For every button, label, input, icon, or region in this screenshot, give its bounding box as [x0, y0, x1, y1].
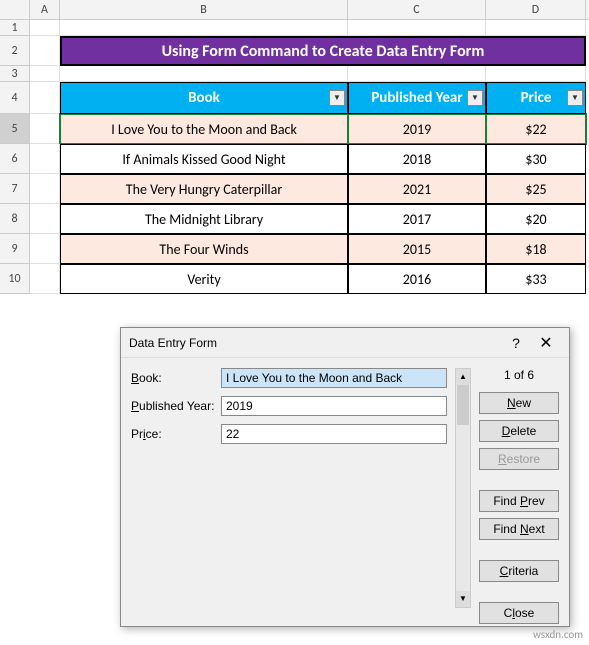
- row-1: 1: [0, 20, 589, 36]
- col-header-c[interactable]: C: [348, 0, 486, 19]
- header-book[interactable]: Book ▼: [60, 82, 348, 114]
- new-button[interactable]: New: [479, 392, 559, 414]
- col-header-d[interactable]: D: [486, 0, 586, 19]
- cell-book[interactable]: The Midnight Library: [60, 204, 348, 234]
- cell-year[interactable]: 2017: [348, 204, 486, 234]
- input-price[interactable]: [221, 424, 447, 444]
- row-2: 2 Using Form Command to Create Data Entr…: [0, 36, 589, 66]
- row-header-3[interactable]: 3: [0, 66, 30, 82]
- label-book: Book:: [131, 371, 221, 385]
- row-9: 9 The Four Winds 2015 $18: [0, 234, 589, 264]
- cell-year[interactable]: 2015: [348, 234, 486, 264]
- dialog-title-text: Data Entry Form: [129, 336, 501, 350]
- cell-year[interactable]: 2016: [348, 264, 486, 294]
- row-10: 10 Verity 2016 $33: [0, 264, 589, 294]
- close-button[interactable]: Close: [479, 602, 559, 624]
- filter-dropdown-icon[interactable]: ▼: [467, 90, 483, 106]
- record-counter: 1 of 6: [479, 368, 559, 382]
- delete-button[interactable]: Delete: [479, 420, 559, 442]
- col-header-a[interactable]: A: [30, 0, 60, 19]
- criteria-button[interactable]: Criteria: [479, 560, 559, 582]
- scroll-down-icon[interactable]: ▼: [456, 591, 470, 607]
- cell-book[interactable]: Verity: [60, 264, 348, 294]
- cell-year[interactable]: 2018: [348, 144, 486, 174]
- header-price[interactable]: Price ▼: [486, 82, 586, 114]
- row-6: 6 If Animals Kissed Good Night 2018 $30: [0, 144, 589, 174]
- header-year[interactable]: Published Year ▼: [348, 82, 486, 114]
- filter-dropdown-icon[interactable]: ▼: [329, 90, 345, 106]
- row-5: 5 I Love You to the Moon and Back 2019 $…: [0, 114, 589, 144]
- label-year: Published Year:: [131, 399, 221, 413]
- row-8: 8 The Midnight Library 2017 $20: [0, 204, 589, 234]
- row-header-2[interactable]: 2: [0, 36, 30, 66]
- col-header-b[interactable]: B: [60, 0, 348, 19]
- cell-year[interactable]: 2021: [348, 174, 486, 204]
- cell-book[interactable]: The Very Hungry Caterpillar: [60, 174, 348, 204]
- find-next-button[interactable]: Find Next: [479, 518, 559, 540]
- find-prev-button[interactable]: Find Prev: [479, 490, 559, 512]
- spreadsheet-grid: A B C D 1 2 Using Form Command to Create…: [0, 0, 589, 294]
- record-scrollbar[interactable]: ▲ ▼: [455, 368, 471, 608]
- form-fields: Book: Published Year: Price:: [131, 368, 447, 624]
- row-header-4[interactable]: 4: [0, 82, 30, 114]
- cell-price[interactable]: $33: [486, 264, 586, 294]
- restore-button[interactable]: Restore: [479, 448, 559, 470]
- row-header-7[interactable]: 7: [0, 174, 30, 204]
- row-3: 3: [0, 66, 589, 82]
- cell-price[interactable]: $25: [486, 174, 586, 204]
- row-header-9[interactable]: 9: [0, 234, 30, 264]
- dialog-buttons: 1 of 6 New Delete Restore Find Prev Find…: [479, 368, 559, 624]
- cell-price[interactable]: $18: [486, 234, 586, 264]
- input-book[interactable]: [221, 368, 447, 388]
- cell-book[interactable]: The Four Winds: [60, 234, 348, 264]
- cell-price[interactable]: $22: [486, 114, 586, 144]
- row-4-headers: 4 Book ▼ Published Year ▼ Price ▼: [0, 82, 589, 114]
- cell-year[interactable]: 2019: [348, 114, 486, 144]
- scroll-thumb[interactable]: [457, 385, 469, 425]
- data-entry-form-dialog: Data Entry Form ? ✕ Book: Published Year…: [120, 327, 570, 627]
- dialog-titlebar[interactable]: Data Entry Form ? ✕: [121, 328, 569, 358]
- cell-book[interactable]: I Love You to the Moon and Back: [60, 114, 348, 144]
- input-year[interactable]: [221, 396, 447, 416]
- header-price-label: Price: [521, 89, 552, 107]
- row-header-1[interactable]: 1: [0, 20, 30, 36]
- row-header-5[interactable]: 5: [0, 114, 30, 144]
- header-book-label: Book: [188, 89, 220, 107]
- row-header-6[interactable]: 6: [0, 144, 30, 174]
- title-banner[interactable]: Using Form Command to Create Data Entry …: [60, 36, 586, 66]
- cell-price[interactable]: $30: [486, 144, 586, 174]
- scroll-up-icon[interactable]: ▲: [456, 369, 470, 385]
- help-button[interactable]: ?: [501, 335, 531, 351]
- header-year-label: Published Year: [371, 89, 462, 107]
- filter-dropdown-icon[interactable]: ▼: [567, 90, 583, 106]
- close-icon[interactable]: ✕: [531, 333, 561, 353]
- row-header-8[interactable]: 8: [0, 204, 30, 234]
- row-7: 7 The Very Hungry Caterpillar 2021 $25: [0, 174, 589, 204]
- label-price: Price:: [131, 427, 221, 441]
- cell-book[interactable]: If Animals Kissed Good Night: [60, 144, 348, 174]
- column-headers: A B C D: [0, 0, 589, 20]
- cell-price[interactable]: $20: [486, 204, 586, 234]
- select-all-corner[interactable]: [0, 0, 30, 19]
- row-header-10[interactable]: 10: [0, 264, 30, 294]
- watermark: wsxdn.com: [533, 628, 583, 641]
